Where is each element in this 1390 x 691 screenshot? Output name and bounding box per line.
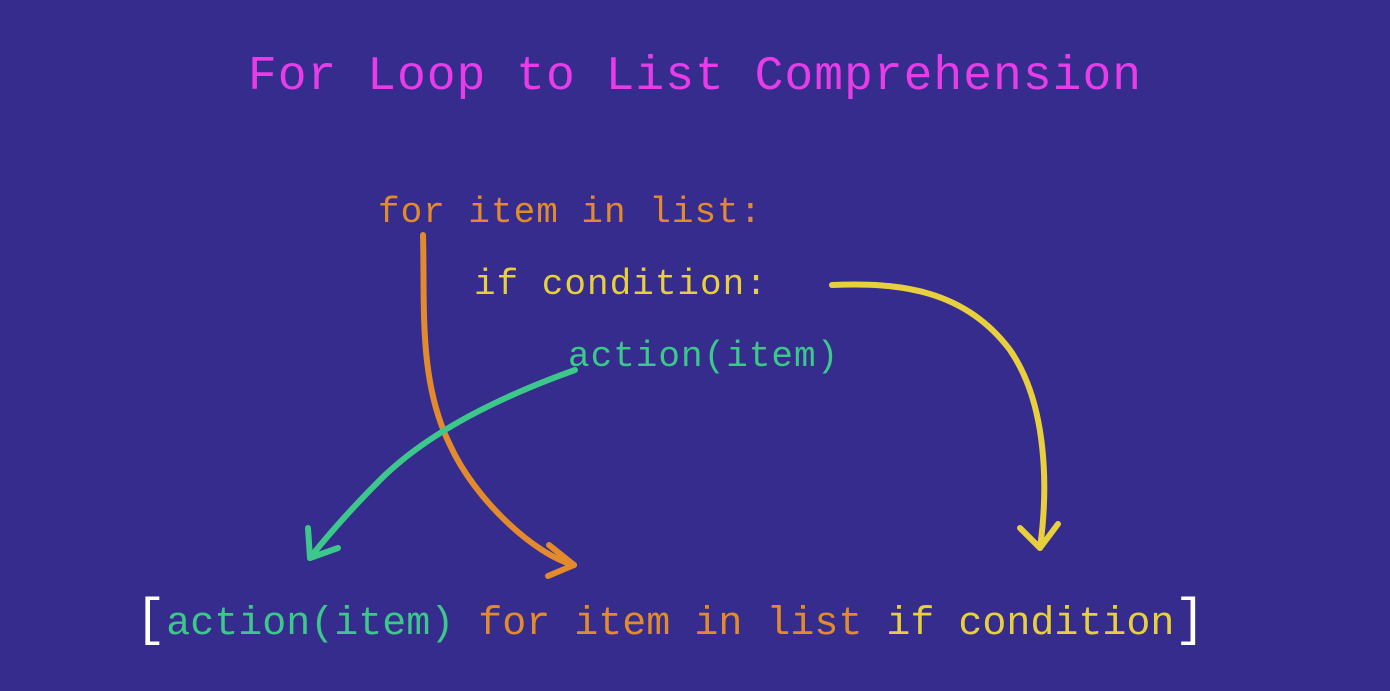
diagram-title: For Loop to List Comprehension: [0, 0, 1390, 104]
if-condition-line: if condition:: [474, 264, 768, 305]
comp-for-clause: for item in list: [478, 602, 862, 647]
close-bracket: ]: [1174, 591, 1205, 650]
arrow-for-head-icon: [548, 545, 574, 576]
comp-action: action(item): [166, 602, 454, 647]
list-comprehension-expression: [action(item) for item in list if condit…: [135, 594, 1206, 653]
arrow-action-icon: [310, 370, 575, 558]
open-bracket: [: [135, 591, 166, 650]
arrow-action-head-icon: [308, 528, 338, 558]
comp-if-clause: if condition: [886, 602, 1174, 647]
arrow-if-icon: [832, 284, 1044, 548]
arrow-if-head-icon: [1020, 524, 1058, 548]
action-line: action(item): [568, 336, 839, 377]
for-loop-line: for item in list:: [378, 192, 762, 233]
